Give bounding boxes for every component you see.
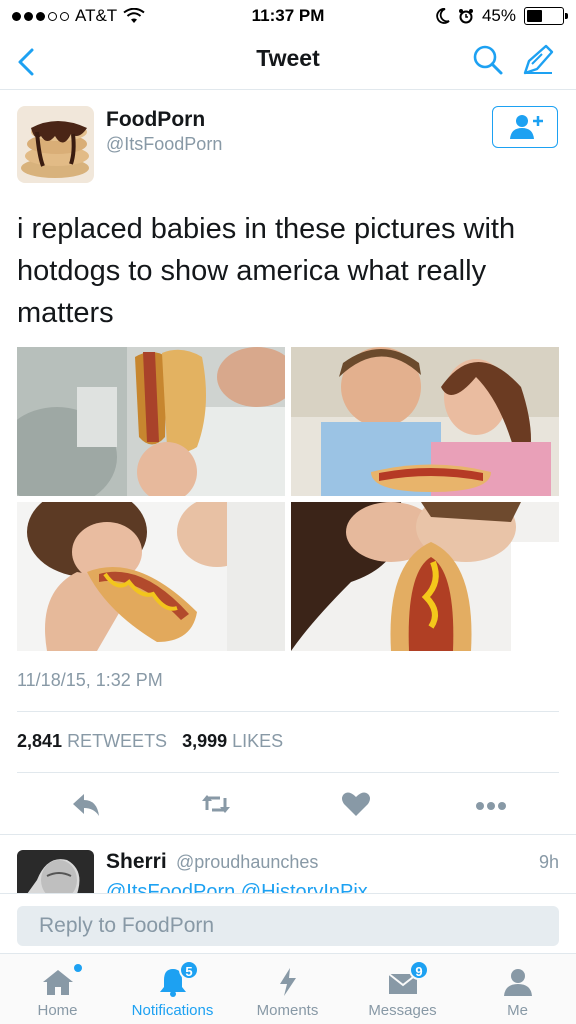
messages-badge: 9 [409,960,429,980]
status-bar: AT&T 11:37 PM 45% [0,0,576,34]
reply-text[interactable]: @ItsFoodPorn @HistoryInPix [106,878,536,894]
reply-author-handle[interactable]: @proudhaunches [176,852,318,873]
media-grid [17,347,559,651]
tab-notifications[interactable]: 5 Notifications [115,954,230,1024]
status-right: 45% [436,6,568,26]
tweet-stats: 2,841 RETWEETS 3,999 LIKES [17,731,283,752]
person-icon [504,969,532,996]
reply-button[interactable] [68,786,104,822]
tweet-timestamp: 11/18/15, 1:32 PM [17,670,163,690]
tab-moments[interactable]: Moments [230,954,345,1024]
heart-icon [342,792,370,816]
tab-label: Me [507,1002,528,1019]
reply-icon [73,794,99,816]
tab-label: Moments [256,1002,319,1019]
battery-icon [524,7,568,25]
tweet-actions [0,780,576,826]
tab-bar: Home 5 Notifications Moments 9 Messages … [0,953,576,1024]
tab-messages[interactable]: 9 Messages [345,954,460,1024]
tweet-photo[interactable] [17,347,285,496]
divider [17,772,559,773]
divider [17,711,559,712]
tab-label: Messages [368,1002,437,1019]
retweet-button[interactable] [198,786,234,822]
tab-label: Notifications [131,1002,214,1019]
follow-button[interactable] [492,106,558,148]
likes-count[interactable]: 3,999 [182,731,227,751]
tweet-photo[interactable] [291,502,559,651]
retweets-label[interactable]: RETWEETS [67,731,167,751]
more-icon [476,802,506,810]
add-user-icon [510,115,543,139]
battery-percent: 45% [481,6,516,25]
moon-icon [436,8,450,24]
compose-button[interactable] [520,42,556,78]
reply-time: 9h [538,852,559,872]
more-button[interactable] [473,786,509,822]
reply-author-name[interactable]: Sherri [106,850,167,874]
author-handle[interactable]: @ItsFoodPorn [106,134,222,155]
retweet-icon [202,795,230,813]
reply-bar: Reply to FoodPorn [0,893,576,953]
notifications-badge: 5 [179,960,199,980]
tweet-text: i replaced babies in these pictures with… [17,213,516,329]
lightning-icon [280,968,296,996]
divider [0,834,576,835]
like-button[interactable] [338,786,374,822]
alarm-icon [458,9,473,24]
tab-home[interactable]: Home [0,954,115,1024]
home-icon [43,970,73,995]
likes-label[interactable]: LIKES [232,731,283,751]
retweets-count[interactable]: 2,841 [17,731,62,751]
search-icon [473,45,503,75]
search-button[interactable] [470,42,506,78]
new-indicator-dot [74,964,82,972]
tweet-photo[interactable] [17,502,285,651]
tab-me[interactable]: Me [460,954,575,1024]
reply-avatar[interactable] [17,850,94,894]
tweet-photo[interactable] [291,347,559,496]
compose-icon [523,44,554,75]
nav-bar: Tweet [0,34,576,90]
author-avatar[interactable] [17,106,94,183]
tab-label: Home [37,1002,78,1019]
reply-input[interactable]: Reply to FoodPorn [17,906,559,946]
author-name[interactable]: FoodPorn [106,108,205,132]
